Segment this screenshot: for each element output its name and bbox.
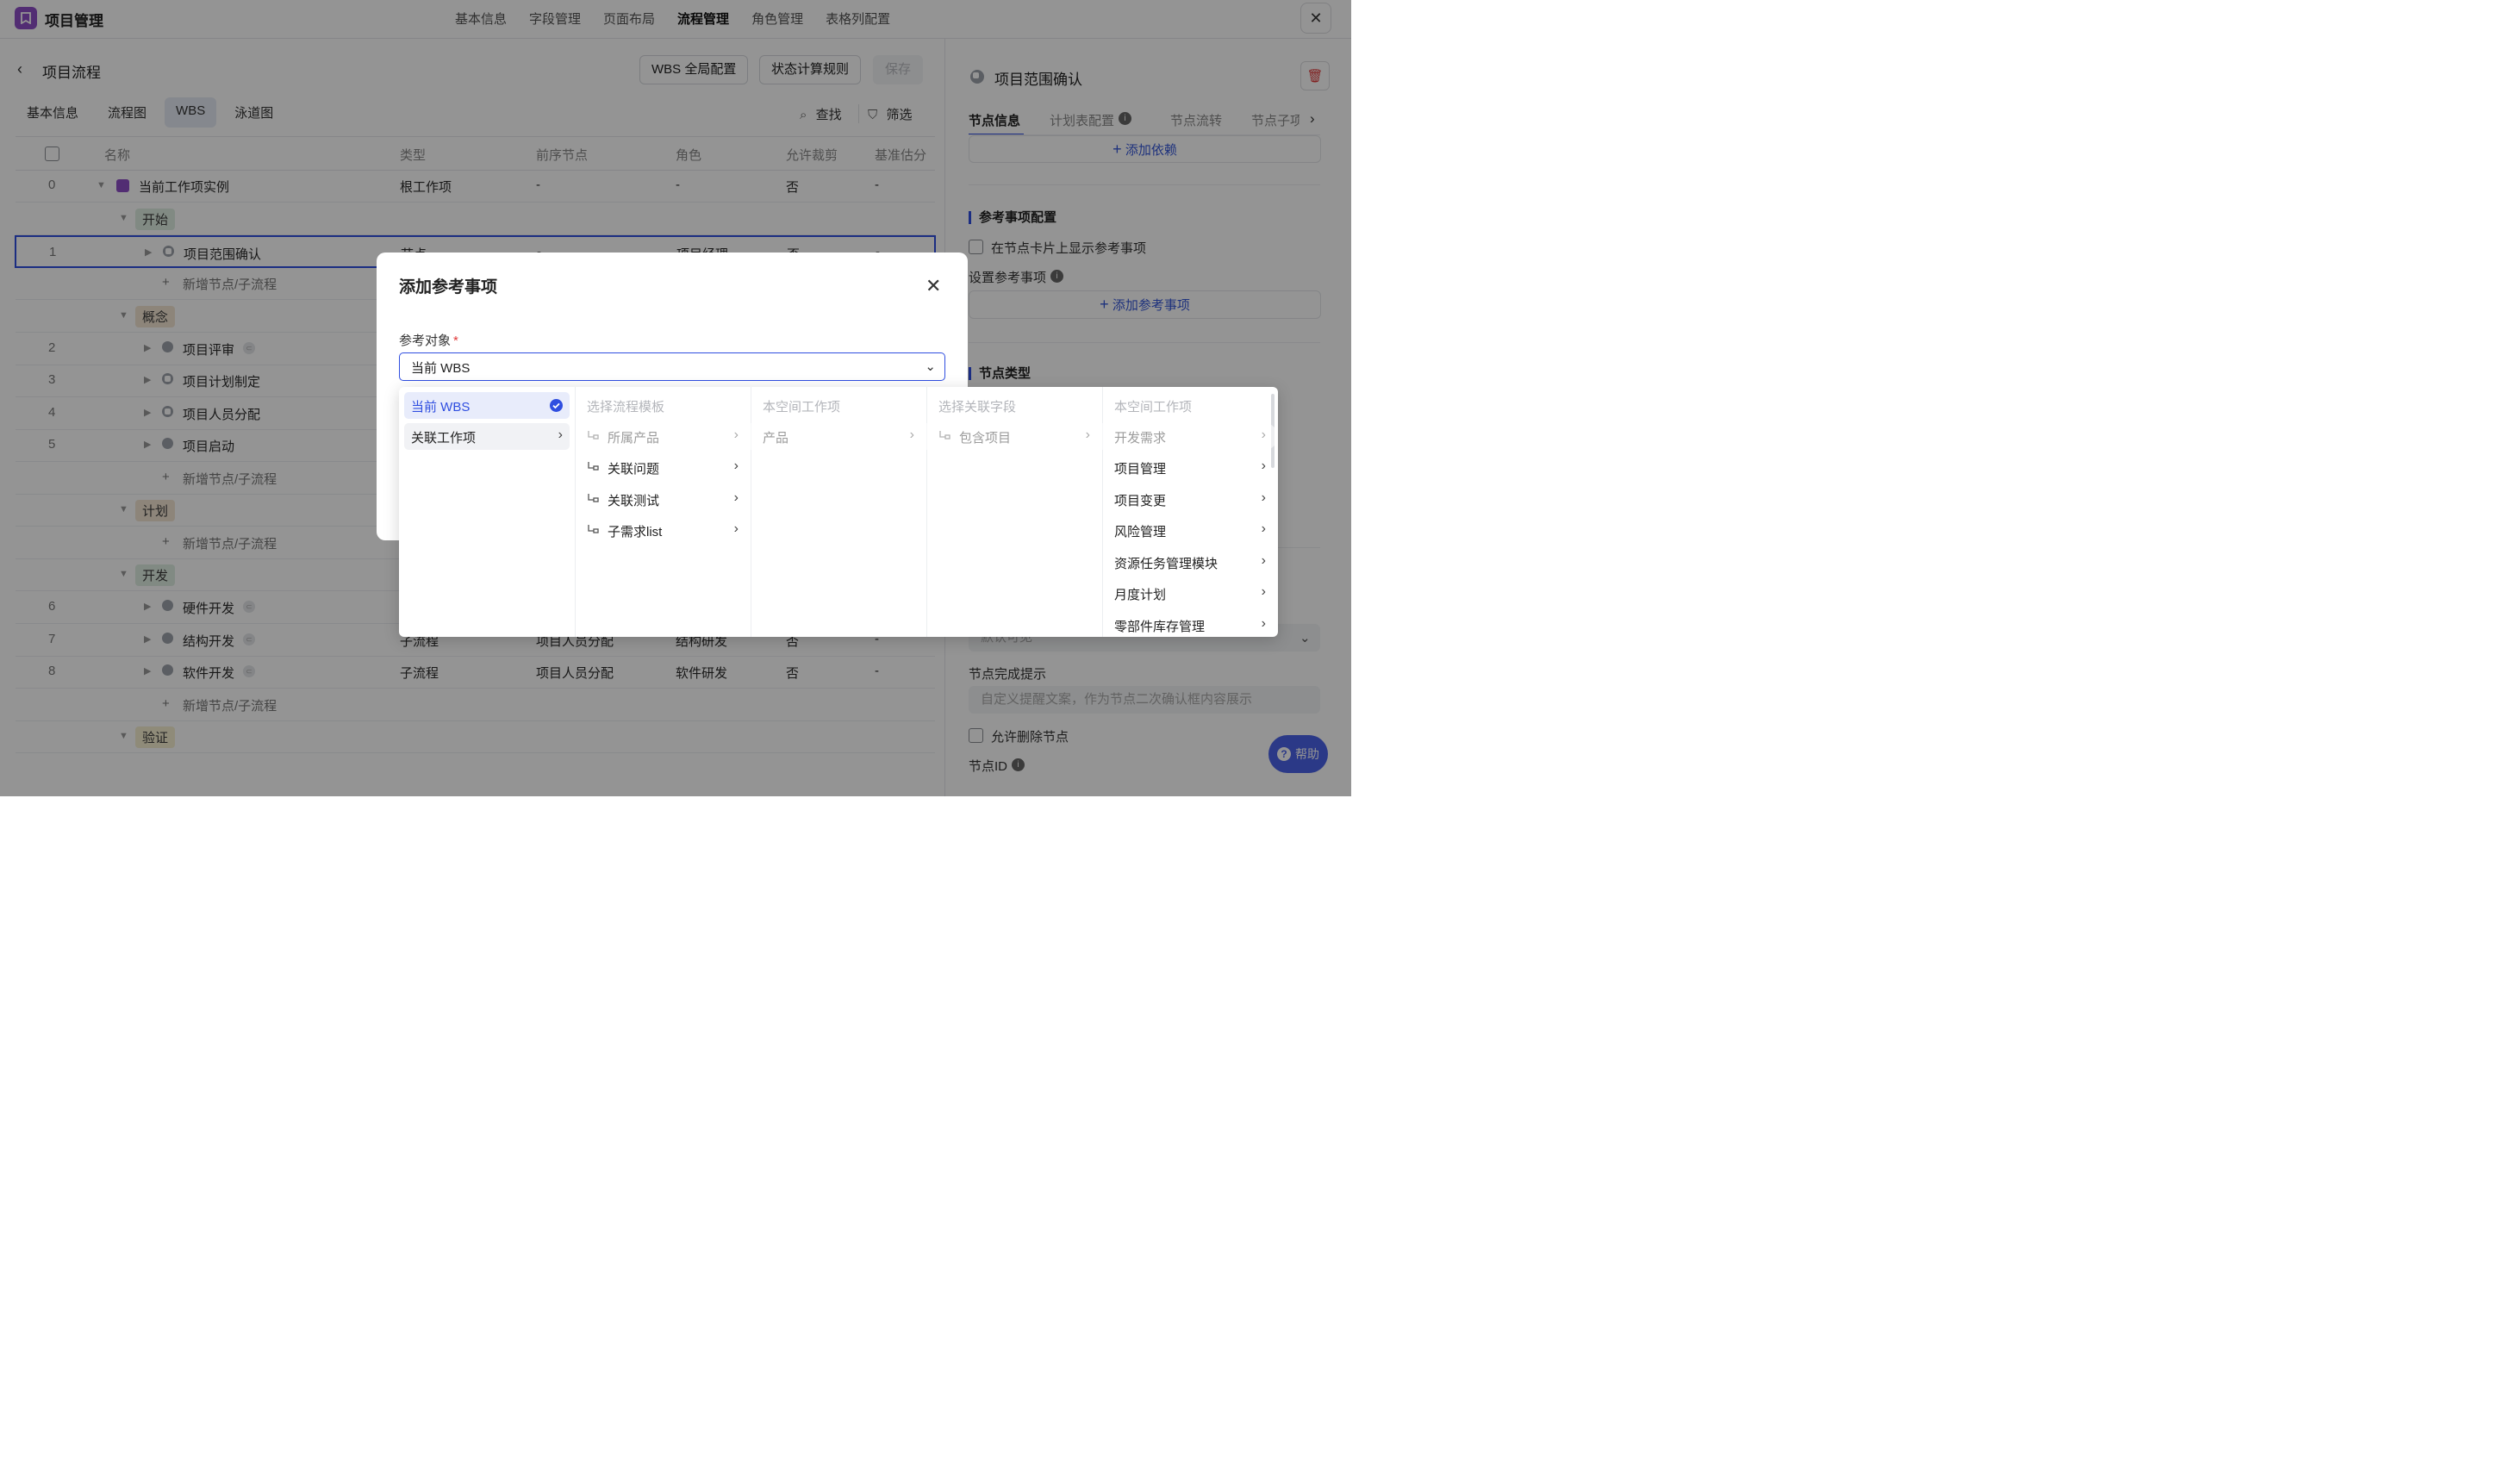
chevron-right-icon: › bbox=[558, 427, 563, 442]
ref-object-label-text: 参考对象 bbox=[399, 334, 452, 348]
modal-title: 添加参考事项 bbox=[399, 278, 498, 296]
cascader-option[interactable]: 关联问题 › bbox=[580, 454, 745, 481]
option-label: 资源任务管理模块 bbox=[1114, 557, 1218, 571]
chevron-right-icon: › bbox=[1085, 427, 1090, 442]
option-label: 开发需求 bbox=[1114, 431, 1167, 446]
option-label: 项目变更 bbox=[1114, 494, 1167, 508]
cascader-option[interactable]: 项目变更 › bbox=[1107, 486, 1273, 513]
relation-icon bbox=[587, 524, 601, 540]
chevron-right-icon: › bbox=[733, 490, 739, 505]
cascader-option[interactable]: 资源任务管理模块 › bbox=[1107, 549, 1273, 576]
cascader-option-related-workitem[interactable]: 关联工作项 › bbox=[404, 423, 570, 450]
option-label: 包含项目 bbox=[959, 431, 1012, 446]
chevron-right-icon: › bbox=[733, 458, 739, 473]
option-label: 子需求list bbox=[608, 525, 663, 539]
option-label: 关联工作项 bbox=[411, 431, 477, 446]
cascader-option[interactable]: 开发需求 › bbox=[1107, 423, 1273, 450]
chevron-right-icon: › bbox=[909, 427, 914, 442]
chevron-right-icon: › bbox=[1261, 490, 1266, 505]
chevron-down-icon: ⌄ bbox=[925, 359, 936, 374]
option-label: 当前 WBS bbox=[411, 400, 471, 415]
option-label: 项目管理 bbox=[1114, 462, 1167, 477]
cascader-option[interactable]: 零部件库存管理 › bbox=[1107, 612, 1273, 637]
chevron-right-icon: › bbox=[733, 427, 739, 442]
cascader-column-2: 选择流程模板 所属产品 › 关联问题 › 关联测试 › 子需求list › bbox=[575, 387, 751, 637]
cascader-column-5: 本空间工作项 开发需求 › 项目管理 › 项目变更 › 风险管理 › 资源任务管理模块 ›… bbox=[1102, 387, 1278, 637]
option-label: 零部件库存管理 bbox=[1114, 620, 1206, 634]
relation-icon bbox=[587, 430, 601, 446]
option-label: 关联问题 bbox=[608, 462, 660, 477]
column-header: 本空间工作项 bbox=[1114, 400, 1193, 415]
chevron-right-icon: › bbox=[1261, 584, 1266, 599]
relation-icon bbox=[587, 493, 601, 509]
cascader-option[interactable]: 月度计划 › bbox=[1107, 580, 1273, 607]
chevron-right-icon: › bbox=[1261, 521, 1266, 536]
chevron-right-icon: › bbox=[1261, 616, 1266, 631]
column-header: 选择关联字段 bbox=[938, 400, 1017, 415]
scrollbar[interactable] bbox=[1271, 394, 1275, 468]
column-header: 选择流程模板 bbox=[587, 400, 665, 415]
check-circle-icon bbox=[550, 399, 563, 412]
required-icon: * bbox=[453, 334, 458, 348]
cascader-option[interactable]: 所属产品 › bbox=[580, 423, 745, 450]
chevron-right-icon: › bbox=[733, 521, 739, 536]
relation-icon bbox=[587, 461, 601, 477]
cascader-dropdown: 当前 WBS 关联工作项 › 选择流程模板 所属产品 › 关联问题 › 关联测试… bbox=[399, 387, 1278, 637]
option-label: 所属产品 bbox=[608, 431, 660, 446]
cascader-column-1: 当前 WBS 关联工作项 › bbox=[399, 387, 576, 637]
chevron-right-icon: › bbox=[1261, 458, 1266, 473]
ref-object-label: 参考对象 * bbox=[399, 331, 458, 349]
option-label: 关联测试 bbox=[608, 494, 660, 508]
option-label: 风险管理 bbox=[1114, 525, 1167, 539]
cascader-option[interactable]: 子需求list › bbox=[580, 517, 745, 544]
relation-icon bbox=[938, 430, 952, 446]
select-value: 当前 WBS bbox=[411, 361, 471, 376]
chevron-right-icon: › bbox=[1261, 427, 1266, 442]
cascader-option[interactable]: 风险管理 › bbox=[1107, 517, 1273, 544]
ref-object-select[interactable]: 当前 WBS ⌄ bbox=[399, 352, 945, 381]
chevron-right-icon: › bbox=[1261, 553, 1266, 568]
option-label: 产品 bbox=[763, 431, 789, 446]
option-label: 月度计划 bbox=[1114, 588, 1167, 602]
cascader-option[interactable]: 包含项目 › bbox=[932, 423, 1097, 450]
cascader-option-current-wbs[interactable]: 当前 WBS bbox=[404, 392, 570, 419]
cascader-option[interactable]: 项目管理 › bbox=[1107, 454, 1273, 481]
cascader-option[interactable]: 关联测试 › bbox=[580, 486, 745, 513]
cascader-option[interactable]: 产品 › bbox=[756, 423, 921, 450]
close-icon[interactable]: ✕ bbox=[926, 275, 941, 297]
cascader-column-3: 本空间工作项 产品 › bbox=[751, 387, 927, 637]
cascader-column-4: 选择关联字段 包含项目 › bbox=[926, 387, 1103, 637]
column-header: 本空间工作项 bbox=[763, 400, 841, 415]
